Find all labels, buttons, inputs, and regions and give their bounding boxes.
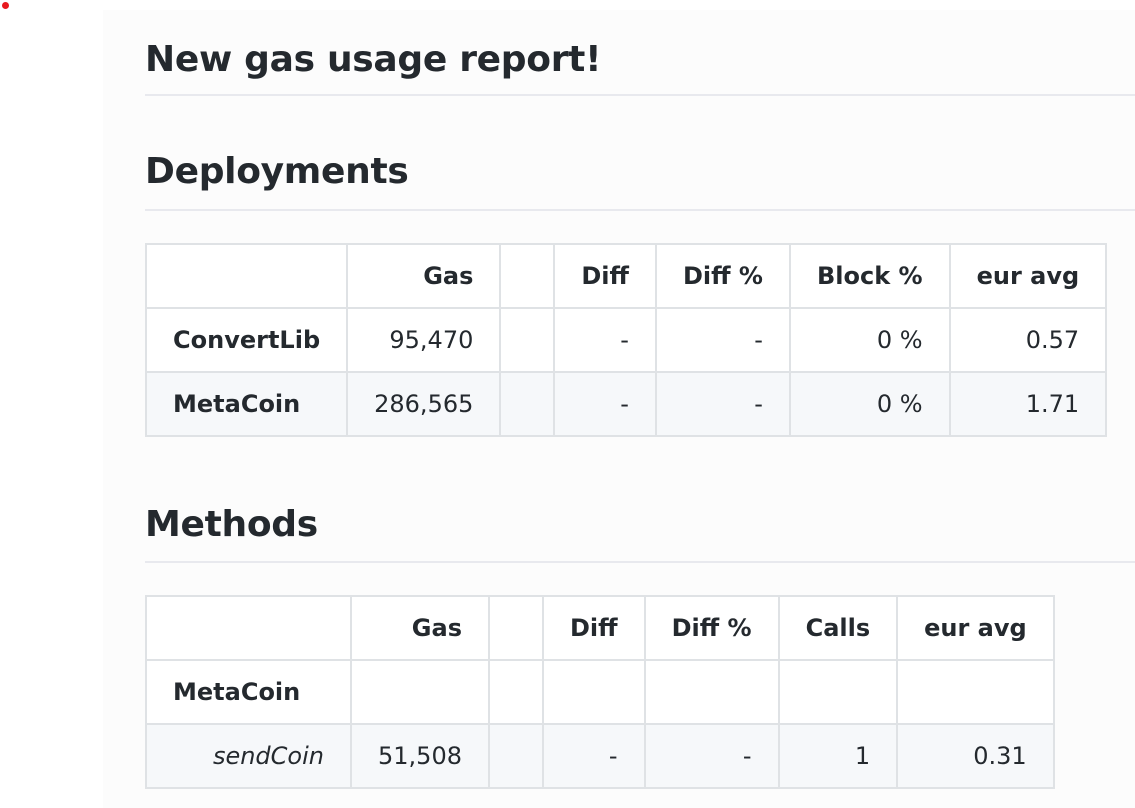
- page-title: New gas usage report!: [145, 38, 1135, 96]
- empty-cell: [777, 659, 899, 725]
- methods-heading: Methods: [145, 503, 1135, 563]
- deployments-table: Gas Diff Diff % Block % eur avg ConvertL…: [144, 243, 1108, 437]
- gas-value: 95,470: [346, 307, 502, 373]
- table-row: ConvertLib 95,470 - - 0 % 0.57: [144, 307, 1108, 373]
- methods-table: Gas Diff Diff % Calls eur avg MetaCoin s…: [145, 595, 1055, 789]
- contract-name: ConvertLib: [144, 307, 349, 373]
- empty-cell: [896, 659, 1055, 725]
- column-header-diff-pct: Diff %: [654, 243, 791, 309]
- table-header-row: Gas Diff Diff % Calls eur avg: [145, 595, 1055, 661]
- deployments-heading: Deployments: [145, 150, 1135, 211]
- blank-cell: [499, 307, 556, 373]
- eur-avg-value: 0.57: [948, 307, 1108, 373]
- column-header-eur-avg: eur avg: [896, 595, 1055, 661]
- recording-indicator-dot: [2, 2, 9, 9]
- table-header-row: Gas Diff Diff % Block % eur avg: [144, 243, 1108, 309]
- contract-name: MetaCoin: [145, 659, 352, 725]
- diff-value: -: [553, 307, 657, 373]
- diff-value: -: [553, 371, 657, 437]
- column-header-eur-avg: eur avg: [948, 243, 1108, 309]
- diff-pct-value: -: [654, 307, 791, 373]
- blank-cell: [499, 371, 556, 437]
- gas-value: 286,565: [346, 371, 502, 437]
- column-header-diff: Diff: [541, 595, 646, 661]
- column-header-name: [145, 595, 352, 661]
- column-header-block-pct: Block %: [788, 243, 951, 309]
- column-header-gas: Gas: [350, 595, 490, 661]
- block-pct-value: 0 %: [788, 307, 951, 373]
- empty-cell: [541, 659, 646, 725]
- column-header-name: [144, 243, 349, 309]
- diff-value: -: [541, 723, 646, 789]
- table-row: MetaCoin 286,565 - - 0 % 1.71: [144, 371, 1108, 437]
- method-name: sendCoin: [145, 723, 352, 789]
- column-header-blank: [487, 595, 544, 661]
- table-row: sendCoin 51,508 - - 1 0.31: [145, 723, 1055, 789]
- block-pct-value: 0 %: [788, 371, 951, 437]
- contract-name: MetaCoin: [144, 371, 349, 437]
- report-panel: New gas usage report! Deployments Gas Di…: [103, 10, 1135, 808]
- gas-value: 51,508: [350, 723, 490, 789]
- calls-value: 1: [777, 723, 899, 789]
- column-header-diff-pct: Diff %: [643, 595, 780, 661]
- diff-pct-value: -: [654, 371, 791, 437]
- eur-avg-value: 1.71: [948, 371, 1108, 437]
- column-header-calls: Calls: [777, 595, 899, 661]
- empty-cell: [643, 659, 780, 725]
- contract-group-row: MetaCoin: [145, 659, 1055, 725]
- empty-cell: [487, 659, 544, 725]
- column-header-gas: Gas: [346, 243, 502, 309]
- eur-avg-value: 0.31: [896, 723, 1055, 789]
- blank-cell: [487, 723, 544, 789]
- empty-cell: [350, 659, 490, 725]
- column-header-diff: Diff: [553, 243, 657, 309]
- column-header-blank: [499, 243, 556, 309]
- diff-pct-value: -: [643, 723, 780, 789]
